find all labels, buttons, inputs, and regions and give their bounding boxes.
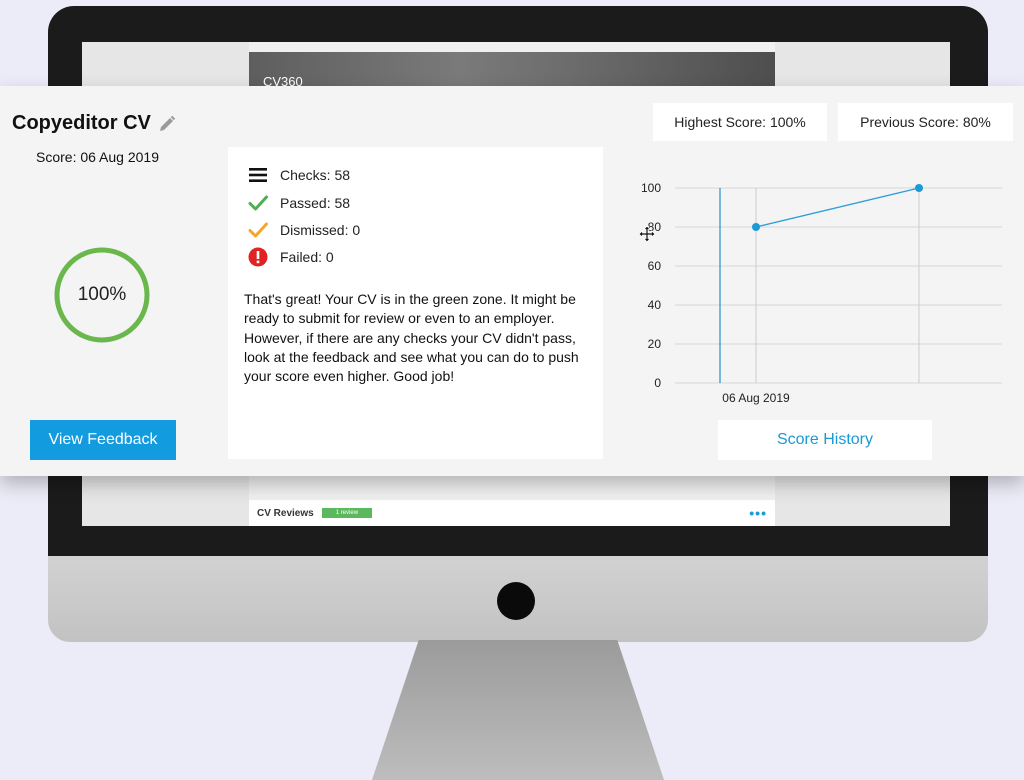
- score-percent: 100%: [77, 284, 127, 305]
- list-icon: [249, 168, 267, 182]
- score-history-button[interactable]: Score History: [718, 420, 932, 460]
- passed-label: Passed: 58: [280, 195, 351, 211]
- x-tick-label: 06 Aug 2019: [722, 391, 790, 405]
- move-cursor-icon: [638, 225, 656, 243]
- cv-reviews-label: CV Reviews: [257, 507, 314, 519]
- checks-row: Checks: 58: [248, 165, 350, 185]
- highest-score-badge: Highest Score: 100%: [653, 103, 827, 141]
- checks-label: Checks: 58: [280, 167, 351, 183]
- y-tick-label: 40: [648, 298, 662, 312]
- passed-row: Passed: 58: [248, 193, 350, 213]
- y-tick-label: 0: [654, 376, 661, 390]
- failed-label: Failed: 0: [280, 249, 334, 265]
- cv-reviews-bar[interactable]: CV Reviews 1 review •••: [249, 500, 775, 526]
- checkmark-orange-icon: [248, 222, 268, 238]
- data-point: [915, 184, 923, 192]
- cv-title: Copyeditor CV: [12, 112, 151, 134]
- monitor-stand: [372, 640, 664, 780]
- pencil-icon[interactable]: [157, 114, 177, 134]
- reviews-badge: 1 review: [321, 508, 373, 518]
- summary-text: That's great! Your CV is in the green zo…: [244, 291, 579, 385]
- monitor-logo-dot: [497, 582, 535, 620]
- failed-row: Failed: 0: [248, 247, 334, 267]
- score-card: Copyeditor CV Score: 06 Aug 2019 100% Vi…: [0, 86, 1024, 476]
- y-tick-label: 100: [641, 181, 661, 195]
- series-line: [755, 187, 920, 228]
- y-tick-label: 20: [648, 337, 662, 351]
- score-history-chart: 02040608010006 Aug 2019: [641, 181, 1002, 405]
- cv-title-row: Copyeditor CV: [12, 112, 177, 135]
- data-point: [752, 223, 760, 231]
- alert-red-icon: [248, 247, 268, 267]
- view-feedback-button[interactable]: View Feedback: [30, 420, 176, 460]
- checks-panel: Checks: 58 Passed: 58 Dismissed: 0 Faile…: [228, 147, 603, 459]
- ellipsis-icon[interactable]: •••: [749, 505, 767, 521]
- score-date: Score: 06 Aug 2019: [36, 149, 159, 165]
- checkmark-green-icon: [248, 195, 268, 211]
- y-tick-label: 60: [648, 259, 662, 273]
- dismissed-row: Dismissed: 0: [248, 220, 360, 240]
- dismissed-label: Dismissed: 0: [280, 222, 361, 238]
- previous-score-badge: Previous Score: 80%: [838, 103, 1013, 141]
